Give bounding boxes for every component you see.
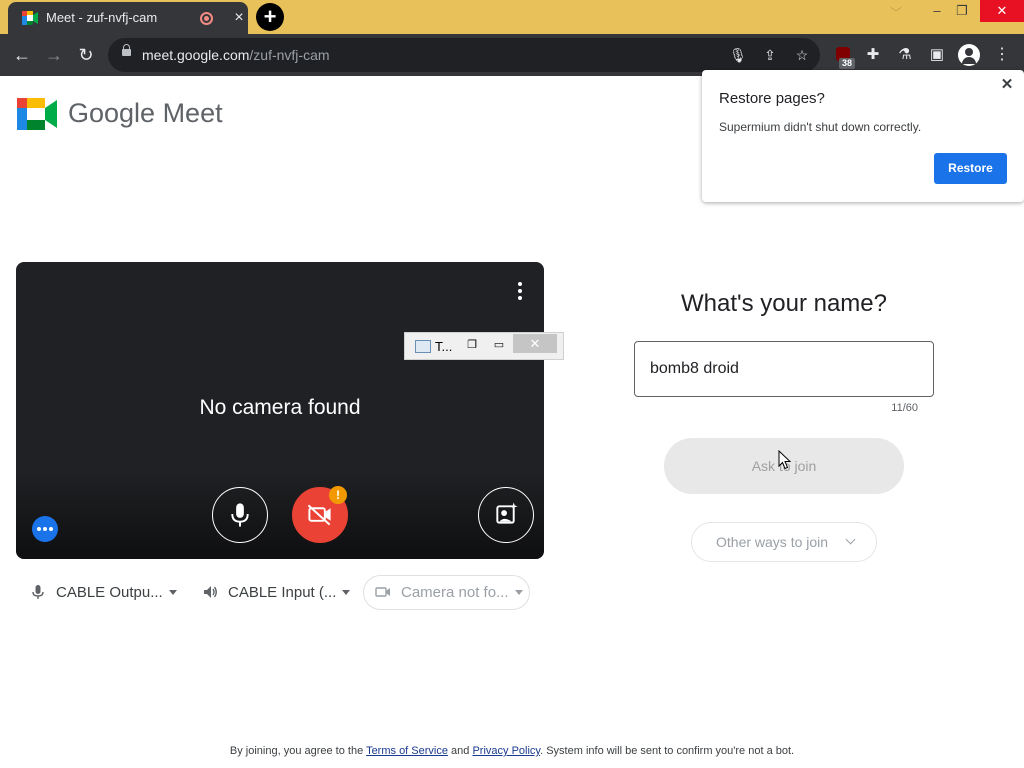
dialog-message: Supermium didn't shut down correctly. (719, 120, 922, 134)
tab-title: Meet - zuf-nvfj-cam (46, 10, 158, 25)
microphone-select-label: CABLE Outpu... (56, 583, 163, 601)
warning-badge: ! (329, 486, 347, 504)
floating-window-restore-icon[interactable]: ❐ (461, 335, 483, 355)
more-actions-button[interactable] (32, 516, 58, 542)
character-counter: 11/60 (891, 402, 918, 414)
dropdown-caret-icon (514, 589, 523, 595)
speaker-select-label: CABLE Input (... (228, 583, 337, 601)
name-input[interactable]: bomb8 droid (634, 341, 934, 397)
camera-select[interactable]: Camera not fo... (375, 575, 523, 609)
forward-icon[interactable]: → (41, 42, 67, 68)
microphone-toggle-button[interactable] (212, 487, 268, 543)
back-icon[interactable]: ← (9, 42, 35, 68)
side-panel-icon[interactable]: ▣ (926, 44, 948, 66)
browser-menu-icon[interactable]: ⋮ (990, 42, 1014, 68)
microphone-icon (231, 503, 249, 527)
microphone-icon[interactable]: 🎙 (728, 45, 748, 65)
mouse-cursor-icon (778, 450, 792, 470)
maximize-button[interactable]: ❐ (945, 0, 979, 22)
other-ways-to-join-button[interactable]: Other ways to join (691, 522, 877, 562)
speaker-select[interactable]: CABLE Input (... (202, 575, 351, 609)
speaker-icon (204, 586, 217, 598)
more-options-icon[interactable] (508, 280, 532, 304)
tab-close-button[interactable]: × (228, 7, 250, 29)
floating-window[interactable]: T... ❐ ▭ ✕ (404, 332, 564, 360)
google-meet-logo-icon (17, 98, 57, 130)
profile-avatar-icon[interactable] (958, 44, 980, 66)
microphone-select[interactable]: CABLE Outpu... (30, 575, 177, 609)
address-bar[interactable]: meet.google.com/zuf-nvfj-cam 🎙 ⇪ ☆ (108, 38, 820, 72)
labs-flask-icon[interactable]: ⚗ (894, 44, 916, 66)
floating-window-maximize-icon[interactable]: ▭ (488, 335, 510, 355)
brand-name: Google Meet (68, 98, 223, 128)
effects-icon (496, 502, 518, 524)
dialog-title: Restore pages? (719, 90, 825, 107)
window-close-button[interactable]: ✕ (980, 0, 1024, 22)
reload-icon[interactable]: ↻ (73, 42, 99, 68)
microphone-icon (32, 585, 44, 599)
privacy-policy-link[interactable]: Privacy Policy (472, 745, 540, 757)
floating-window-title: T... (435, 339, 453, 354)
restore-button[interactable]: Restore (934, 153, 1007, 184)
chevron-down-icon (845, 534, 856, 545)
dropdown-caret-icon (168, 589, 177, 595)
close-icon[interactable]: ✕ (998, 76, 1016, 94)
new-tab-button[interactable]: + (256, 3, 284, 31)
footer-disclaimer: By joining, you agree to the Terms of Se… (229, 745, 795, 757)
tab-search-icon[interactable]: ﹀ (890, 4, 902, 21)
lock-icon (122, 44, 131, 56)
floating-window-close-icon[interactable]: ✕ (513, 334, 557, 353)
join-heading: What's your name? (680, 290, 887, 317)
extensions-puzzle-icon[interactable]: ✚ (862, 44, 884, 66)
bookmark-star-icon[interactable]: ☆ (792, 45, 812, 65)
window-app-icon (415, 340, 431, 353)
share-icon[interactable]: ⇪ (760, 45, 780, 65)
camera-select-label: Camera not fo... (401, 583, 509, 601)
visual-effects-button[interactable] (478, 487, 534, 543)
no-camera-message: No camera found (199, 396, 361, 419)
camera-icon (375, 587, 390, 597)
video-preview: No camera found ! (16, 262, 544, 559)
browser-titlebar: Meet - zuf-nvfj-cam × + ﹀ – ❐ ✕ (0, 0, 1024, 34)
terms-of-service-link[interactable]: Terms of Service (366, 745, 448, 757)
extension-badge: 38 (839, 58, 856, 69)
browser-tab[interactable]: Meet - zuf-nvfj-cam × (8, 2, 248, 34)
meet-favicon-icon (22, 11, 38, 25)
recording-icon (200, 12, 213, 25)
dropdown-caret-icon (342, 589, 351, 595)
other-ways-label: Other ways to join (716, 534, 829, 550)
url-text: meet.google.com/zuf-nvfj-cam (142, 47, 330, 63)
restore-pages-dialog: Restore pages? Supermium didn't shut dow… (702, 70, 1024, 202)
